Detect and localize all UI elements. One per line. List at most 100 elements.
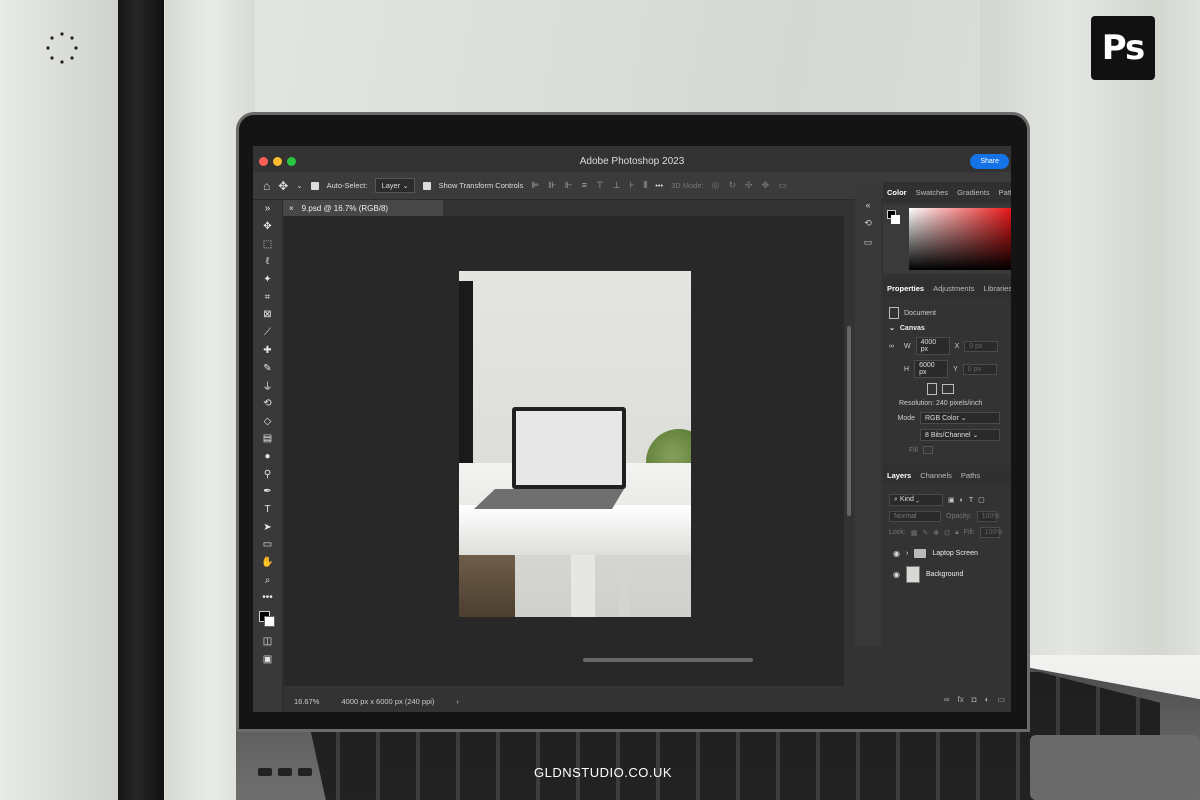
3d-pan-icon[interactable]: ✣ bbox=[745, 180, 753, 191]
horizontal-scrollbar[interactable] bbox=[583, 658, 753, 662]
show-transform-checkbox[interactable] bbox=[422, 181, 431, 190]
chevron-down-icon[interactable]: ⌄ bbox=[889, 324, 895, 332]
tab-patterns[interactable]: Patt bbox=[999, 188, 1011, 197]
home-icon[interactable]: ⌂ bbox=[263, 179, 270, 193]
history-icon[interactable]: ⟲ bbox=[864, 218, 872, 229]
close-tab-icon[interactable]: × bbox=[289, 204, 294, 213]
filter-adjustment-icon[interactable]: ◐ bbox=[960, 497, 964, 504]
brush-tool-icon[interactable]: ✎ bbox=[253, 359, 282, 377]
more-tools-icon[interactable]: ••• bbox=[253, 589, 282, 607]
link-layers-icon[interactable]: ∞ bbox=[944, 695, 950, 704]
align-bottom-icon[interactable]: ⊦ bbox=[630, 180, 635, 191]
document-canvas-area[interactable] bbox=[284, 216, 844, 686]
color-field[interactable] bbox=[909, 208, 1011, 270]
comments-icon[interactable]: ▭ bbox=[864, 237, 873, 248]
filter-type-icon[interactable]: T bbox=[969, 497, 973, 504]
tab-swatches[interactable]: Swatches bbox=[916, 188, 949, 197]
link-icon[interactable]: ∞ bbox=[889, 343, 899, 350]
lock-position-icon[interactable]: ✥ bbox=[933, 529, 939, 537]
chevron-right-icon[interactable]: › bbox=[906, 550, 908, 557]
crop-tool-icon[interactable]: ⌗ bbox=[253, 288, 282, 306]
align-middle-icon[interactable]: ⊥ bbox=[613, 180, 621, 191]
screen-mode-icon[interactable]: ▣ bbox=[253, 651, 282, 669]
tab-paths[interactable]: Paths bbox=[961, 471, 980, 480]
layer-row[interactable]: ◉ › Laptop Screen bbox=[889, 543, 1005, 564]
pen-tool-icon[interactable]: ✒ bbox=[253, 483, 282, 501]
color-swatches[interactable] bbox=[253, 607, 282, 633]
share-button[interactable]: Share bbox=[970, 154, 1009, 169]
auto-select-dropdown[interactable]: Layer ⌄ bbox=[375, 178, 415, 193]
eyedropper-icon[interactable]: ⟋ bbox=[253, 324, 282, 342]
opacity-field[interactable]: 100% bbox=[976, 511, 1000, 522]
width-field[interactable]: 4000 px bbox=[915, 337, 950, 355]
blur-tool-icon[interactable]: ● bbox=[253, 448, 282, 466]
move-tool-icon[interactable]: ✥ bbox=[253, 218, 282, 236]
filter-kind-select[interactable]: ⌕ Kind ⌄ bbox=[889, 494, 943, 506]
tab-adjustments[interactable]: Adjustments bbox=[933, 284, 974, 293]
tab-libraries[interactable]: Libraries bbox=[983, 284, 1011, 293]
tab-channels[interactable]: Channels bbox=[920, 471, 952, 480]
new-group-icon[interactable]: ▭ bbox=[997, 695, 1005, 704]
eraser-icon[interactable]: ◇ bbox=[253, 412, 282, 430]
y-field[interactable]: 0 px bbox=[962, 363, 997, 375]
background-color[interactable] bbox=[891, 215, 900, 224]
visibility-eye-icon[interactable]: ◉ bbox=[893, 570, 900, 579]
tab-color[interactable]: Color bbox=[887, 188, 907, 197]
more-options-button[interactable]: ••• bbox=[655, 181, 663, 190]
align-center-icon[interactable]: ⊪ bbox=[548, 180, 556, 191]
filter-pixel-icon[interactable]: ▣ bbox=[948, 496, 955, 504]
gradient-tool-icon[interactable]: ▤ bbox=[253, 430, 282, 448]
distribute-icon[interactable]: ≡ bbox=[582, 180, 587, 191]
quick-mask-icon[interactable]: ◫ bbox=[253, 633, 282, 651]
distribute-vertical-icon[interactable]: ⫴ bbox=[643, 180, 647, 191]
bits-select[interactable]: 8 Bits/Channel ⌄ bbox=[920, 429, 1000, 441]
visibility-eye-icon[interactable]: ◉ bbox=[893, 549, 900, 558]
rectangle-tool-icon[interactable]: ▭ bbox=[253, 536, 282, 554]
align-right-icon[interactable]: ⊩ bbox=[565, 180, 573, 191]
lasso-tool-icon[interactable]: ℓ bbox=[253, 253, 282, 271]
landscape-icon[interactable] bbox=[942, 384, 954, 394]
document-tab[interactable]: × 9.psd @ 16.7% (RGB/8) bbox=[283, 200, 443, 216]
filter-shape-icon[interactable]: ▢ bbox=[978, 496, 985, 504]
lock-all-icon[interactable]: 🔒︎ bbox=[955, 529, 959, 537]
chevron-down-icon[interactable]: ⌄ bbox=[296, 181, 302, 190]
lock-paint-icon[interactable]: ✎ bbox=[922, 529, 928, 537]
fill-field[interactable]: 100% bbox=[979, 527, 1003, 538]
align-top-icon[interactable]: ⊤ bbox=[596, 180, 604, 191]
move-tool-icon[interactable]: ✥ bbox=[278, 179, 288, 193]
3d-orbit-icon[interactable]: ◎ bbox=[712, 180, 720, 191]
tab-properties[interactable]: Properties bbox=[887, 284, 924, 293]
canvas-section[interactable]: ⌄ Canvas bbox=[889, 324, 1005, 333]
healing-brush-icon[interactable]: ✚ bbox=[253, 342, 282, 360]
color-picker[interactable] bbox=[883, 204, 1011, 274]
tab-gradients[interactable]: Gradients bbox=[957, 188, 990, 197]
mode-select[interactable]: RGB Color ⌄ bbox=[920, 412, 1000, 424]
fill-swatch[interactable] bbox=[922, 446, 933, 454]
hand-tool-icon[interactable]: ✋ bbox=[253, 554, 282, 572]
clone-stamp-icon[interactable]: ⏚ bbox=[253, 377, 282, 395]
magic-wand-icon[interactable]: ✦ bbox=[253, 271, 282, 289]
document-image[interactable] bbox=[459, 271, 691, 617]
auto-select-checkbox[interactable] bbox=[310, 181, 319, 190]
chevron-right-icon[interactable]: › bbox=[456, 697, 459, 706]
add-mask-icon[interactable]: ◘ bbox=[972, 695, 977, 704]
type-tool-icon[interactable]: T bbox=[253, 501, 282, 519]
lock-artboard-icon[interactable]: ⊡ bbox=[944, 529, 950, 537]
background-color[interactable] bbox=[264, 615, 275, 627]
3d-roll-icon[interactable]: ↻ bbox=[728, 180, 736, 191]
marquee-tool-icon[interactable]: ⬚ bbox=[253, 235, 282, 253]
height-field[interactable]: 6000 px bbox=[914, 360, 949, 378]
collapse-panel-icon[interactable]: » bbox=[253, 200, 282, 218]
dodge-tool-icon[interactable]: ⚲ bbox=[253, 465, 282, 483]
vertical-scrollbar[interactable] bbox=[847, 326, 851, 516]
tab-layers[interactable]: Layers bbox=[887, 471, 911, 480]
align-left-icon[interactable]: ⊫ bbox=[531, 180, 539, 191]
adjustment-layer-icon[interactable]: ◐ bbox=[985, 695, 990, 704]
path-selection-icon[interactable]: ➤ bbox=[253, 518, 282, 536]
fx-icon[interactable]: fx bbox=[958, 695, 964, 704]
blend-mode-select[interactable]: Normal bbox=[889, 511, 941, 522]
portrait-icon[interactable] bbox=[927, 383, 937, 395]
history-brush-icon[interactable]: ⟲ bbox=[253, 395, 282, 413]
layer-row[interactable]: ◉ Background bbox=[889, 564, 1005, 585]
lock-pixels-icon[interactable]: ▦ bbox=[911, 529, 918, 537]
